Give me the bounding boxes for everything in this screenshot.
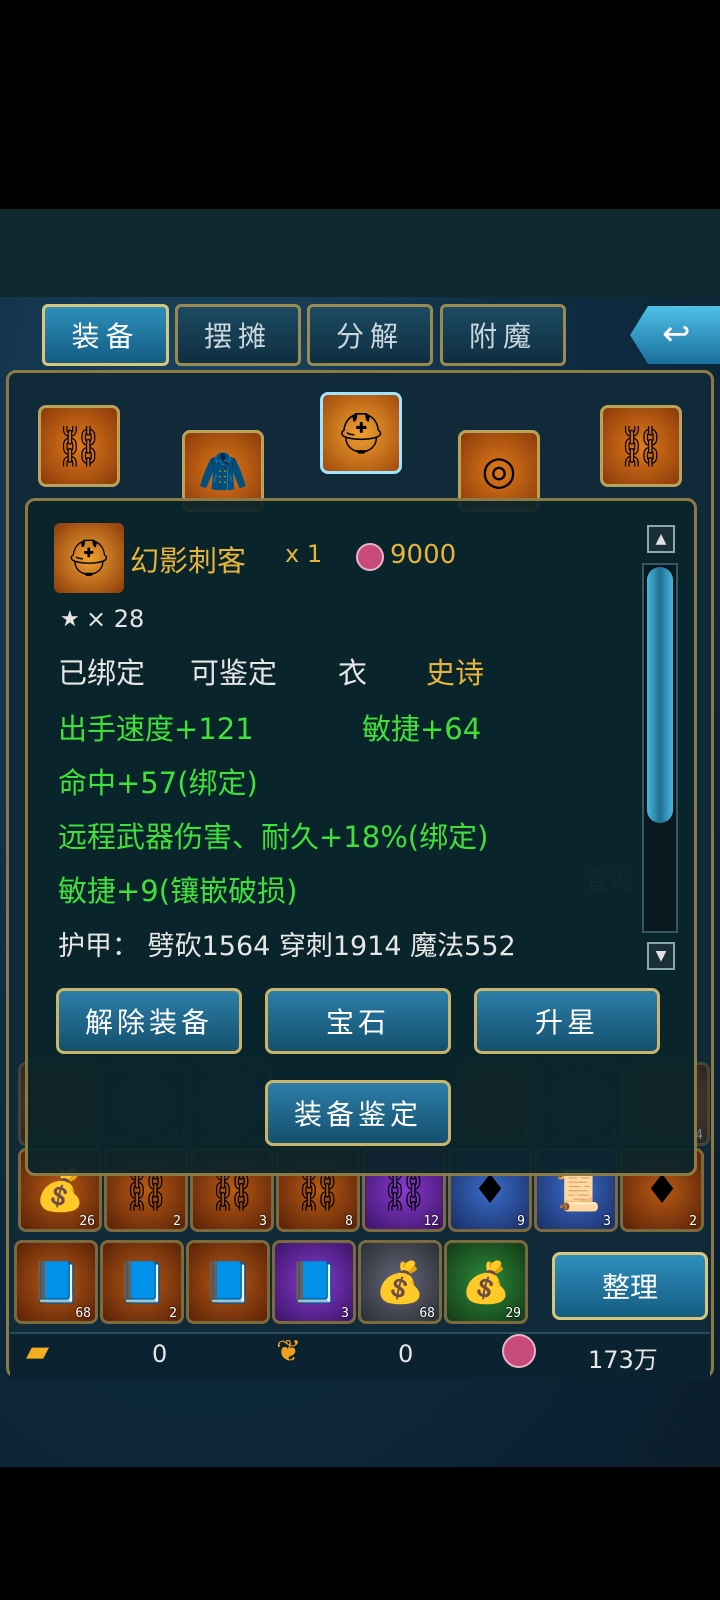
red-armor-icon: 🧥 [198,448,248,495]
stat-line: 出手速度+121 [58,712,254,746]
item-count: 8 [345,1214,353,1229]
inventory-cell[interactable]: 💰 29 [444,1240,528,1324]
item-count: 2 [689,1214,697,1229]
gold-bar-icon: ▰ [26,1334,50,1369]
slot-type: 衣 [338,656,368,690]
item-count: 2 [173,1214,181,1229]
ring-icon: ◎ [481,448,517,494]
bound-status: 已绑定 [58,656,146,690]
inventory-cell[interactable]: 📘 3 [272,1240,356,1324]
coin-icon [356,543,384,571]
leaf-icon: ❦ [276,1334,302,1369]
star-icon: ★ [60,607,80,632]
unequip-button[interactable]: 解除装备 [56,988,242,1054]
star-count: × 28 [86,605,145,633]
equip-slot-helmet[interactable]: ⛑ [320,392,402,474]
star-up-button[interactable]: 升星 [474,988,660,1054]
stat-line: 命中+57(绑定) [58,766,258,800]
inventory-cell[interactable]: 💰 68 [358,1240,442,1324]
stat-line: 敏捷+9(镶嵌破损) [58,874,298,908]
blue-book-icon: 📘 [203,1259,253,1306]
appraisable-status: 可鉴定 [190,656,278,690]
gem-button[interactable]: 宝石 [265,988,451,1054]
triangle-up-icon: ▲ [655,531,667,547]
equip-slot-necklace-right[interactable]: ⛓ [600,405,682,487]
triangle-down-icon: ▼ [655,948,667,964]
inventory-cell[interactable]: 📘 2 [100,1240,184,1324]
coin-icon [502,1334,536,1368]
tab-dismantle[interactable]: 分解 [307,304,433,366]
chain-necklace-icon: ⛓ [615,423,667,470]
appraise-button[interactable]: 装备鉴定 [265,1080,451,1146]
coin-amount: 173万 [588,1346,658,1374]
back-arrow-icon: ↩ [662,314,691,354]
item-image: ⛑ [54,523,124,593]
equip-slot-necklace-left[interactable]: ⛓ [38,405,120,487]
item-price: 9000 [390,540,457,570]
tab-enchant[interactable]: 附魔 [440,304,566,366]
leaf-amount: 0 [398,1340,414,1368]
inventory-cell[interactable]: 📘 [186,1240,270,1324]
armor-line: 护甲： 劈砍1564 穿刺1914 魔法552 [58,931,516,962]
scroll-down-button[interactable]: ▼ [647,942,675,970]
item-count: 3 [603,1214,611,1229]
tab-stall[interactable]: 摆摊 [175,304,301,366]
helmet-icon: ⛑ [66,538,112,579]
back-button[interactable]: ↩ [630,306,720,364]
scrollbar-thumb[interactable] [647,567,673,823]
item-count: 68 [75,1306,91,1321]
sort-button[interactable]: 整理 [552,1252,708,1320]
chain-necklace-icon: ⛓ [53,423,105,470]
item-quality: 史诗 [426,656,485,690]
scroll-up-button[interactable]: ▲ [647,525,675,553]
item-count: 3 [259,1214,267,1229]
stat-line: 远程武器伤害、耐久+18%(绑定) [58,820,489,854]
item-count: 12 [423,1214,439,1229]
gold-amount: 0 [152,1340,168,1368]
top-strip [0,209,720,297]
winged-helmet-icon: ⛑ [335,410,387,457]
stat-line: 敏捷+64 [362,712,482,746]
item-count: 29 [505,1306,521,1321]
inventory-cell[interactable]: 📘 68 [14,1240,98,1324]
tab-equipment[interactable]: 装备 [42,304,169,366]
item-name: 幻影刺客 [130,544,247,578]
item-count: 9 [517,1214,525,1229]
item-count: 2 [169,1306,177,1321]
item-count: 26 [79,1214,95,1229]
item-count: 3 [341,1306,349,1321]
item-count: 68 [419,1306,435,1321]
item-quantity: x 1 [285,540,323,568]
